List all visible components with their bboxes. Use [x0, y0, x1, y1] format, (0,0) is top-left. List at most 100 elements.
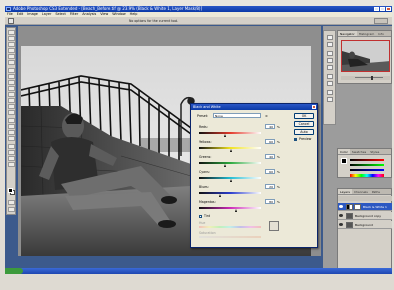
brushes-panel-icon[interactable]: [327, 58, 333, 63]
paragraph-panel-icon[interactable]: [327, 81, 333, 86]
character-panel-icon[interactable]: [327, 74, 333, 79]
animation-panel-icon[interactable]: [327, 97, 333, 102]
path-selection-tool-icon[interactable]: [8, 130, 15, 135]
slider-track[interactable]: [199, 192, 261, 194]
screen-mode-icon[interactable]: [8, 207, 15, 212]
slider-knob[interactable]: [229, 149, 232, 152]
layer-row-black-white[interactable]: Black & White 1: [338, 203, 392, 211]
preview-checkbox[interactable]: [294, 138, 297, 141]
slider-track[interactable]: [199, 132, 261, 134]
slider-value-field[interactable]: 60: [265, 139, 275, 144]
tool-presets-panel-icon[interactable]: [327, 51, 333, 56]
layer-name: Background: [355, 223, 373, 227]
slice-tool-icon[interactable]: [8, 60, 15, 65]
panel-dock: Navigator Histogram Info Color Swatches …: [323, 26, 392, 274]
tab-channels[interactable]: Channels: [352, 189, 370, 194]
layers-panel: Layers Channels Paths Black & White 1 Ba…: [337, 188, 392, 274]
dodge-tool-icon[interactable]: [8, 110, 15, 115]
slider-knob[interactable]: [219, 194, 222, 197]
slider-knob[interactable]: [235, 209, 238, 212]
tab-swatches[interactable]: Swatches: [350, 149, 368, 154]
blur-tool-icon[interactable]: [8, 104, 15, 109]
layer-row-background-copy[interactable]: Background copy: [338, 212, 392, 220]
history-panel-icon[interactable]: [327, 35, 333, 40]
blue-slider[interactable]: [350, 169, 384, 171]
hand-tool-icon[interactable]: [8, 156, 15, 161]
clone-source-panel-icon[interactable]: [327, 65, 333, 70]
zoom-slider-knob[interactable]: [371, 76, 373, 80]
workspace-button[interactable]: [374, 18, 388, 24]
clone-stamp-tool-icon[interactable]: [8, 80, 15, 85]
slider-knob[interactable]: [224, 164, 227, 167]
saturation-slider[interactable]: [199, 236, 261, 238]
slider-value-field[interactable]: 60: [265, 169, 275, 174]
eye-icon[interactable]: [339, 214, 343, 217]
foreground-color-swatch[interactable]: [8, 188, 13, 193]
layer-comps-panel-icon[interactable]: [327, 90, 333, 95]
ok-button[interactable]: OK: [294, 113, 314, 119]
monitor-screen: Adobe Photoshop CS3 Extended - [Beach_Be…: [5, 6, 392, 274]
tab-navigator[interactable]: Navigator: [338, 31, 357, 36]
red-slider[interactable]: [350, 159, 384, 161]
maximize-button[interactable]: [380, 7, 385, 11]
layer-mask-thumbnail[interactable]: [354, 204, 361, 210]
preset-dropdown[interactable]: None: [213, 113, 261, 118]
tool-preset-icon[interactable]: [8, 18, 14, 24]
preset-options-icon[interactable]: ≡: [265, 114, 268, 118]
tab-styles[interactable]: Styles: [368, 149, 381, 154]
lasso-tool-icon[interactable]: [8, 42, 15, 47]
magic-wand-tool-icon[interactable]: [8, 48, 15, 53]
cancel-button[interactable]: Cancel: [294, 121, 314, 127]
dialog-close-icon[interactable]: [312, 105, 316, 109]
green-slider[interactable]: [350, 164, 384, 166]
notes-tool-icon[interactable]: [8, 144, 15, 149]
blend-mode-row[interactable]: [338, 196, 392, 201]
marquee-tool-icon[interactable]: [8, 36, 15, 41]
preview-label: Preview: [299, 137, 312, 141]
tab-info[interactable]: Info: [376, 31, 386, 36]
zoom-slider-track[interactable]: [355, 77, 383, 78]
pen-tool-icon[interactable]: [8, 118, 15, 123]
window-controls: [374, 7, 391, 11]
slider-knob[interactable]: [229, 179, 232, 182]
options-bar: No options for the current tool.: [5, 17, 392, 25]
eye-icon[interactable]: [339, 205, 343, 208]
slider-knob[interactable]: [224, 134, 227, 137]
type-tool-icon[interactable]: [8, 124, 15, 129]
quick-mask-icon[interactable]: [8, 200, 15, 205]
layer-row-background[interactable]: Background: [338, 221, 392, 229]
tint-checkbox[interactable]: [199, 215, 202, 218]
start-button[interactable]: [5, 268, 23, 274]
tint-color-swatch[interactable]: [269, 221, 279, 231]
gradient-tool-icon[interactable]: [8, 98, 15, 103]
tab-histogram[interactable]: Histogram: [357, 31, 377, 36]
zoom-tool-icon[interactable]: [8, 162, 15, 167]
hue-slider[interactable]: [199, 226, 261, 228]
shape-tool-icon[interactable]: [8, 136, 15, 141]
preset-label: Preset:: [197, 114, 209, 118]
auto-button[interactable]: Auto: [294, 129, 314, 135]
healing-brush-tool-icon[interactable]: [8, 68, 15, 73]
slider-value-field[interactable]: 40: [265, 154, 275, 159]
tab-layers[interactable]: Layers: [338, 189, 352, 194]
slider-value-field[interactable]: 40: [265, 124, 275, 129]
brush-tool-icon[interactable]: [8, 74, 15, 79]
actions-panel-icon[interactable]: [327, 42, 333, 47]
move-tool-icon[interactable]: [8, 30, 15, 35]
history-brush-tool-icon[interactable]: [8, 86, 15, 91]
slider-track[interactable]: [199, 162, 261, 164]
color-ramp[interactable]: [350, 174, 384, 177]
close-button[interactable]: [386, 7, 391, 11]
tab-color[interactable]: Color: [338, 149, 350, 154]
crop-tool-icon[interactable]: [8, 54, 15, 59]
slider-value-field[interactable]: 80: [265, 199, 275, 204]
color-swatch[interactable]: [341, 158, 347, 164]
eye-icon[interactable]: [339, 223, 343, 226]
eyedropper-tool-icon[interactable]: [8, 150, 15, 155]
minimize-button[interactable]: [374, 7, 379, 11]
slider-track[interactable]: [199, 207, 261, 209]
tab-paths[interactable]: Paths: [370, 189, 382, 194]
navigator-preview[interactable]: [341, 40, 390, 72]
eraser-tool-icon[interactable]: [8, 92, 15, 97]
slider-value-field[interactable]: 20: [265, 184, 275, 189]
